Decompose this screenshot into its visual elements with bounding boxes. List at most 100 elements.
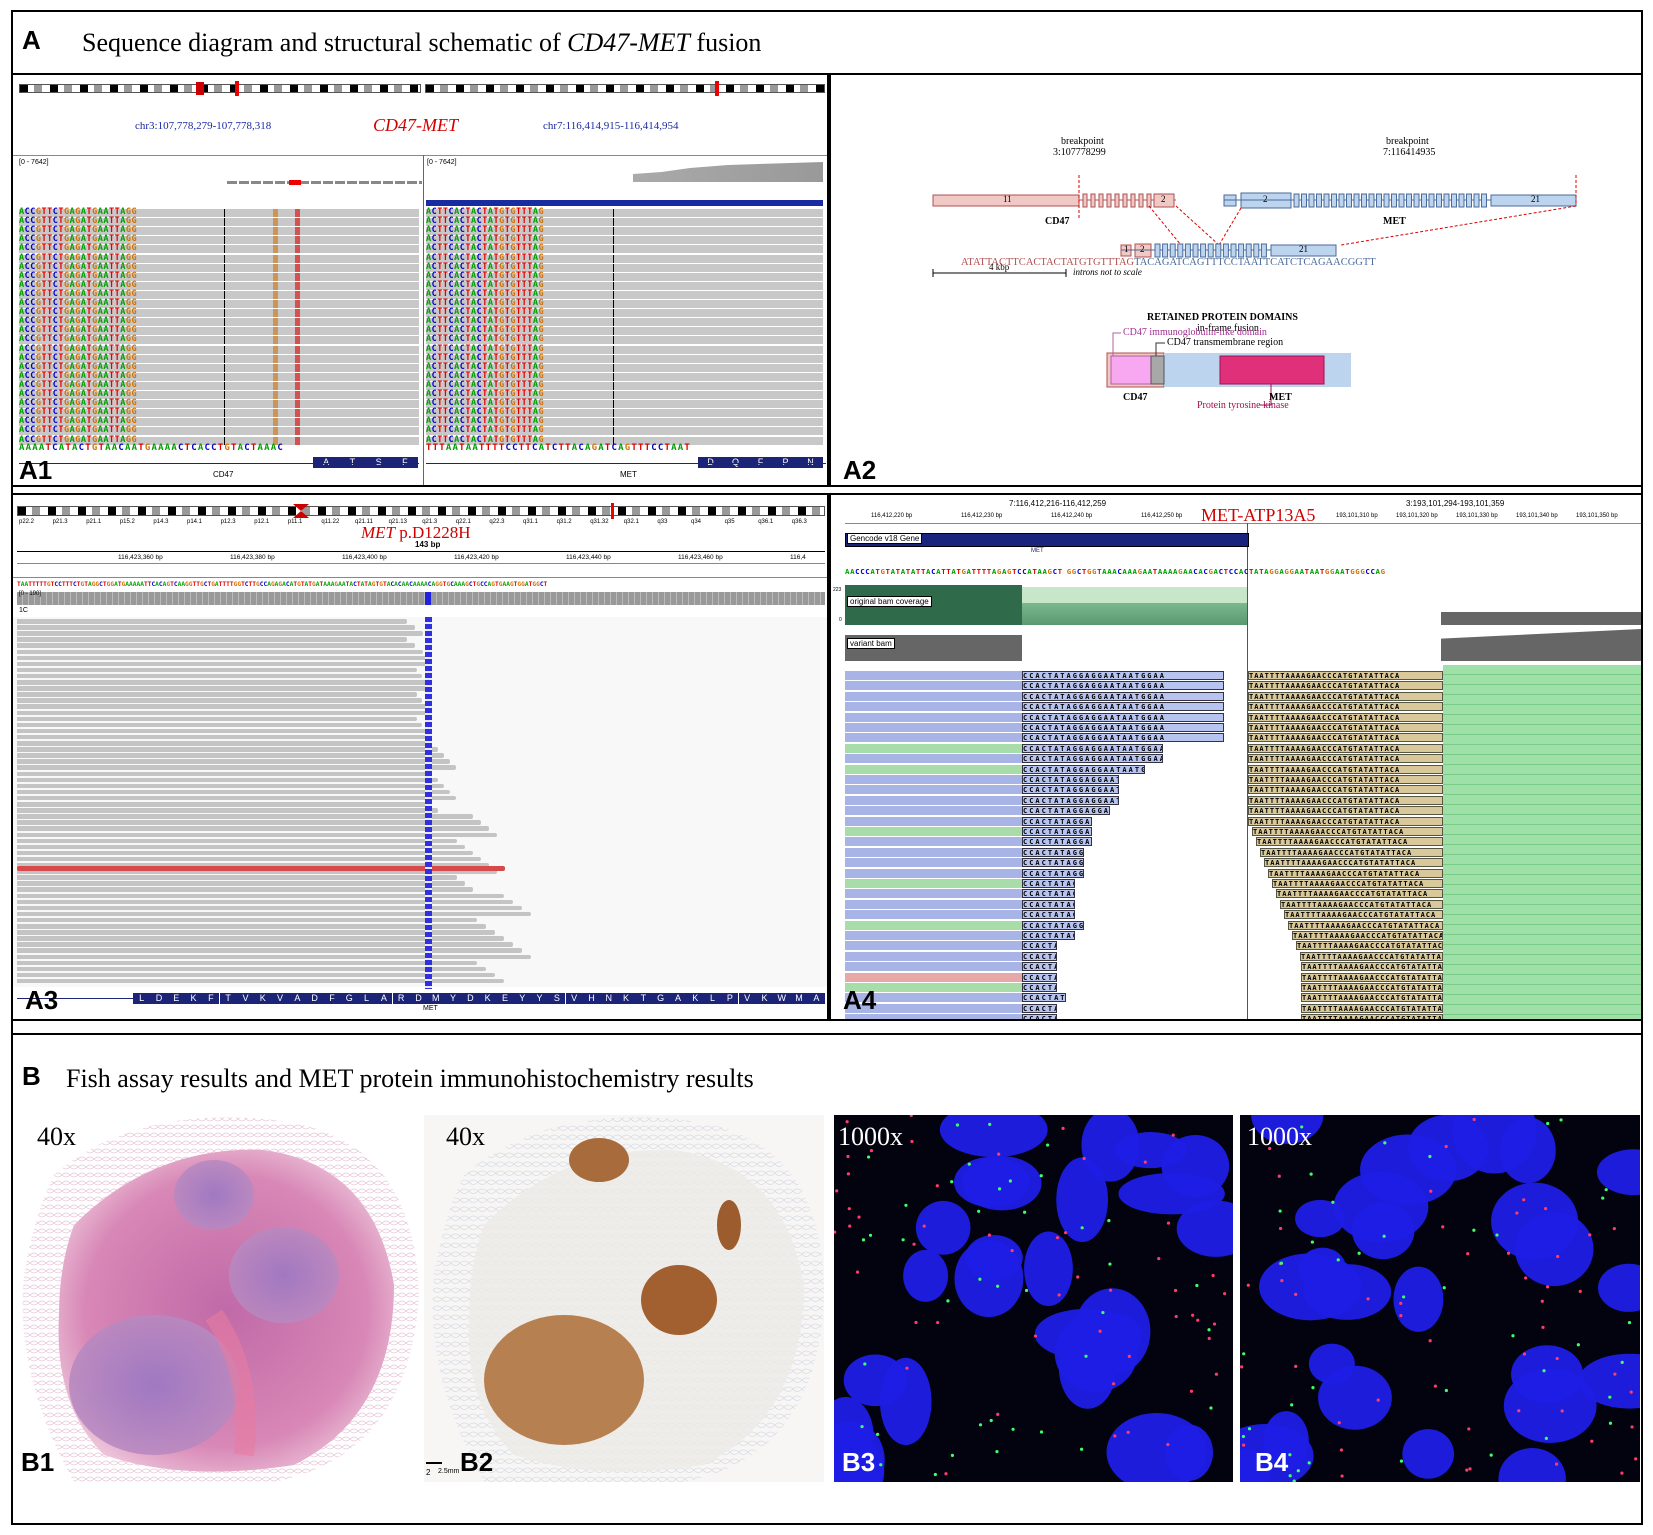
fish-signal	[1608, 1395, 1612, 1399]
a2-scale-label: 4 kbp	[989, 262, 1010, 272]
b1-magnification: 40x	[37, 1122, 76, 1151]
fish-signal	[1546, 1121, 1550, 1126]
a3-chromosome-ideogram	[17, 506, 825, 516]
a2-bp-right-pos: 7:116414935	[1383, 147, 1436, 158]
fish-signal	[1278, 1226, 1283, 1231]
a4-softclip-left: CCACTATAGGAGGAATAATGGAA	[1022, 899, 1075, 909]
a3-span-label: 143 bp	[415, 540, 441, 549]
fish-signal	[1555, 1356, 1559, 1361]
a1-label: A1	[19, 455, 53, 485]
fish-signal	[1280, 1279, 1284, 1283]
a4-read-body	[845, 723, 1022, 732]
a3-read	[17, 747, 438, 752]
a1-mismatch	[295, 409, 300, 418]
a4-right-green-block	[1443, 665, 1641, 1019]
amino-acid: W	[773, 993, 791, 1004]
a3-read	[17, 765, 456, 770]
fish-signal	[1309, 1172, 1313, 1176]
exon	[1368, 193, 1375, 208]
fish-signal	[1011, 1427, 1015, 1431]
a4-softclip-right: TAATTTTAAAAGAACCCATGTATATTACA	[1284, 910, 1443, 920]
region-marker-left	[235, 81, 239, 96]
a1-mismatch	[273, 409, 278, 418]
fish-signal	[1517, 1409, 1521, 1413]
a3-read	[17, 728, 427, 734]
fish-signal	[1033, 1334, 1038, 1338]
chromosome-ideogram-right	[425, 84, 825, 93]
a1-breakpoint-mark	[224, 381, 225, 390]
a2-met-exon-first: 2	[1263, 194, 1268, 204]
a3-read	[17, 667, 417, 673]
a1-mismatch	[295, 336, 300, 345]
a3-read	[17, 844, 465, 850]
a1-breakpoint-mark	[224, 354, 225, 363]
a1-breakpoint-mark	[224, 236, 225, 245]
a4-read-body	[845, 941, 1022, 951]
a4-softclip-left: CCACTATAGGAGGAATAATGGAA	[1022, 702, 1225, 712]
band-label: p12.1	[254, 519, 270, 525]
a3-read	[17, 771, 432, 776]
fish-signal	[846, 1154, 850, 1159]
tick-label: 116,412,220 bp	[871, 513, 913, 519]
a4-softclip-right: TAATTTTAAAAGAACCCATGTATATTACA	[1268, 868, 1443, 878]
a1-breakpoint-mark	[224, 372, 225, 381]
band-label: p22.2	[19, 519, 35, 525]
exon	[1098, 193, 1104, 208]
a3-read	[17, 716, 417, 722]
a1-breakpoint-mark	[613, 336, 614, 345]
exon	[1138, 193, 1144, 208]
a2-structure-diagram	[932, 175, 1577, 406]
fish-signal	[1127, 1354, 1131, 1359]
amino-acid: A	[669, 993, 687, 1004]
a4-softclip-right: TAATTTTAAAAGAACCCATGTATATTACA	[1248, 671, 1443, 680]
a1-mismatch	[295, 372, 300, 381]
a4-coverage-variant-right	[1441, 629, 1641, 661]
a4-softclip-right: TAATTTTAAAAGAACCCATGTATATTACA	[1248, 775, 1443, 784]
exon	[1391, 193, 1397, 208]
fish-signal	[1442, 1286, 1446, 1290]
a1-breakpoint-mark	[613, 372, 614, 381]
panel-a1: chr3:107,778,279-107,778,318 CD47-MET ch…	[11, 73, 829, 487]
fish-signal	[1506, 1251, 1511, 1255]
panel-b4-fish-image	[1240, 1115, 1640, 1482]
fish-signal	[1310, 1240, 1314, 1244]
nucleus	[1054, 1313, 1138, 1393]
fish-signal	[1554, 1462, 1559, 1466]
exon	[1162, 243, 1169, 258]
fish-signal	[1472, 1228, 1476, 1232]
fish-signal	[1207, 1336, 1211, 1341]
a1-mismatch	[295, 227, 300, 236]
b4-magnification: 1000x	[1247, 1122, 1312, 1151]
a1-breakpoint-mark	[224, 391, 225, 399]
fish-signal	[1428, 1339, 1432, 1343]
domain-transmembrane	[1150, 355, 1165, 385]
nucleus	[1491, 1182, 1579, 1260]
exon	[1316, 193, 1322, 208]
b2-label: B2	[460, 1447, 494, 1477]
a1-mismatch	[273, 336, 278, 345]
fish-signal	[1196, 1318, 1200, 1322]
a1-mismatch	[273, 327, 278, 336]
a4-softclip-right: TAATTTTAAAAGAACCCATGTATATTACA	[1252, 827, 1443, 836]
fish-signal	[876, 1432, 880, 1436]
a3-read	[17, 649, 423, 654]
a4-right-locus: 3:193,101,294-193,101,359	[1406, 499, 1505, 508]
a2-scale-note: introns not to scale	[1073, 267, 1142, 277]
a1-breakpoint-mark	[613, 427, 614, 436]
fish-signal	[1242, 1352, 1246, 1356]
fish-signal	[1467, 1427, 1471, 1431]
fish-signal	[1084, 1354, 1088, 1358]
tick-label: 193,101,340 bp	[1516, 513, 1558, 519]
exon	[1346, 193, 1352, 208]
amino-acid: N	[600, 993, 618, 1004]
a1-breakpoint-mark	[224, 300, 225, 308]
fish-signal	[1331, 1200, 1335, 1204]
fish-signal	[1402, 1295, 1406, 1299]
band-label: q22.3	[489, 519, 505, 525]
fish-nuclei-b3	[834, 1115, 1233, 1482]
a1-breakpoint-mark	[224, 345, 225, 354]
fish-signal	[1039, 1430, 1044, 1434]
exon	[1413, 193, 1420, 208]
nucleus	[1598, 1263, 1640, 1312]
fish-signal	[1560, 1409, 1564, 1413]
